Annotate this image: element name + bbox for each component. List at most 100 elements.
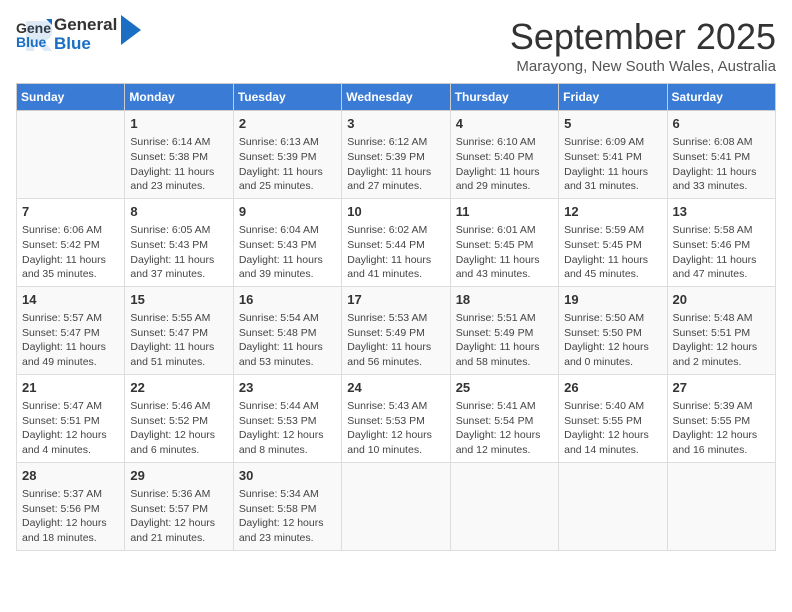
day-number: 3 bbox=[347, 115, 444, 133]
day-info: Sunrise: 5:46 AMSunset: 5:52 PMDaylight:… bbox=[130, 399, 227, 458]
day-info: Sunrise: 5:41 AMSunset: 5:54 PMDaylight:… bbox=[456, 399, 553, 458]
day-info: Sunrise: 5:50 AMSunset: 5:50 PMDaylight:… bbox=[564, 311, 661, 370]
calendar-cell bbox=[342, 462, 450, 550]
calendar-cell: 8 Sunrise: 6:05 AMSunset: 5:43 PMDaylight… bbox=[125, 198, 233, 286]
day-number: 29 bbox=[130, 467, 227, 485]
calendar-cell: 20 Sunrise: 5:48 AMSunset: 5:51 PMDayligh… bbox=[667, 286, 775, 374]
day-number: 11 bbox=[456, 203, 553, 221]
day-number: 2 bbox=[239, 115, 336, 133]
day-info: Sunrise: 6:01 AMSunset: 5:45 PMDaylight:… bbox=[456, 223, 553, 282]
calendar-cell: 12Sunrise: 5:59 AMSunset: 5:45 PMDayligh… bbox=[559, 198, 667, 286]
day-info: Sunrise: 5:37 AMSunset: 5:56 PMDaylight:… bbox=[22, 487, 119, 546]
day-info: Sunrise: 5:54 AMSunset: 5:48 PMDaylight:… bbox=[239, 311, 336, 370]
calendar-week-3: 14Sunrise: 5:57 AMSunset: 5:47 PMDayligh… bbox=[17, 286, 776, 374]
day-number: 25 bbox=[456, 379, 553, 397]
calendar-cell: 22 Sunrise: 5:46 AMSunset: 5:52 PMDayligh… bbox=[125, 374, 233, 462]
calendar-cell: 9 Sunrise: 6:04 AMSunset: 5:43 PMDaylight… bbox=[233, 198, 341, 286]
calendar-cell: 28Sunrise: 5:37 AMSunset: 5:56 PMDayligh… bbox=[17, 462, 125, 550]
day-info: Sunrise: 6:14 AMSunset: 5:38 PMDaylight:… bbox=[130, 135, 227, 194]
logo: General Blue General Blue bbox=[16, 16, 141, 53]
day-info: Sunrise: 6:09 AMSunset: 5:41 PMDaylight:… bbox=[564, 135, 661, 194]
calendar-cell: 16Sunrise: 5:54 AMSunset: 5:48 PMDayligh… bbox=[233, 286, 341, 374]
day-number: 15 bbox=[130, 291, 227, 309]
day-info: Sunrise: 6:12 AMSunset: 5:39 PMDaylight:… bbox=[347, 135, 444, 194]
day-info: Sunrise: 5:43 AMSunset: 5:53 PMDaylight:… bbox=[347, 399, 444, 458]
day-number: 14 bbox=[22, 291, 119, 309]
calendar-week-4: 21Sunrise: 5:47 AMSunset: 5:51 PMDayligh… bbox=[17, 374, 776, 462]
calendar-cell: 5 Sunrise: 6:09 AMSunset: 5:41 PMDaylight… bbox=[559, 111, 667, 199]
calendar-week-1: 1 Sunrise: 6:14 AMSunset: 5:38 PMDaylight… bbox=[17, 111, 776, 199]
calendar-table: SundayMondayTuesdayWednesdayThursdayFrid… bbox=[16, 83, 776, 551]
day-info: Sunrise: 5:34 AMSunset: 5:58 PMDaylight:… bbox=[239, 487, 336, 546]
day-header-monday: Monday bbox=[125, 84, 233, 111]
day-number: 18 bbox=[456, 291, 553, 309]
calendar-cell: 26 Sunrise: 5:40 AMSunset: 5:55 PMDayligh… bbox=[559, 374, 667, 462]
day-info: Sunrise: 6:02 AMSunset: 5:44 PMDaylight:… bbox=[347, 223, 444, 282]
day-number: 26 bbox=[564, 379, 661, 397]
day-info: Sunrise: 6:08 AMSunset: 5:41 PMDaylight:… bbox=[673, 135, 770, 194]
calendar-cell: 21Sunrise: 5:47 AMSunset: 5:51 PMDayligh… bbox=[17, 374, 125, 462]
title-area: September 2025 Marayong, New South Wales… bbox=[510, 16, 776, 75]
calendar-cell bbox=[17, 111, 125, 199]
calendar-cell: 1 Sunrise: 6:14 AMSunset: 5:38 PMDaylight… bbox=[125, 111, 233, 199]
day-info: Sunrise: 5:39 AMSunset: 5:55 PMDaylight:… bbox=[673, 399, 770, 458]
day-header-friday: Friday bbox=[559, 84, 667, 111]
day-info: Sunrise: 5:36 AMSunset: 5:57 PMDaylight:… bbox=[130, 487, 227, 546]
day-header-wednesday: Wednesday bbox=[342, 84, 450, 111]
calendar-cell: 7 Sunrise: 6:06 AMSunset: 5:42 PMDaylight… bbox=[17, 198, 125, 286]
day-info: Sunrise: 6:05 AMSunset: 5:43 PMDaylight:… bbox=[130, 223, 227, 282]
day-info: Sunrise: 5:55 AMSunset: 5:47 PMDaylight:… bbox=[130, 311, 227, 370]
day-number: 8 bbox=[130, 203, 227, 221]
day-number: 9 bbox=[239, 203, 336, 221]
day-info: Sunrise: 5:58 AMSunset: 5:46 PMDaylight:… bbox=[673, 223, 770, 282]
calendar-cell bbox=[450, 462, 558, 550]
day-info: Sunrise: 5:53 AMSunset: 5:49 PMDaylight:… bbox=[347, 311, 444, 370]
calendar-cell: 18Sunrise: 5:51 AMSunset: 5:49 PMDayligh… bbox=[450, 286, 558, 374]
calendar-cell: 3 Sunrise: 6:12 AMSunset: 5:39 PMDaylight… bbox=[342, 111, 450, 199]
calendar-cell: 14Sunrise: 5:57 AMSunset: 5:47 PMDayligh… bbox=[17, 286, 125, 374]
day-number: 20 bbox=[673, 291, 770, 309]
calendar-cell: 6Sunrise: 6:08 AMSunset: 5:41 PMDaylight… bbox=[667, 111, 775, 199]
day-number: 7 bbox=[22, 203, 119, 221]
calendar-cell: 13Sunrise: 5:58 AMSunset: 5:46 PMDayligh… bbox=[667, 198, 775, 286]
calendar-cell: 10 Sunrise: 6:02 AMSunset: 5:44 PMDayligh… bbox=[342, 198, 450, 286]
calendar-cell: 4Sunrise: 6:10 AMSunset: 5:40 PMDaylight… bbox=[450, 111, 558, 199]
location-title: Marayong, New South Wales, Australia bbox=[510, 58, 776, 75]
day-info: Sunrise: 5:44 AMSunset: 5:53 PMDaylight:… bbox=[239, 399, 336, 458]
day-info: Sunrise: 6:10 AMSunset: 5:40 PMDaylight:… bbox=[456, 135, 553, 194]
day-number: 10 bbox=[347, 203, 444, 221]
calendar-cell: 19Sunrise: 5:50 AMSunset: 5:50 PMDayligh… bbox=[559, 286, 667, 374]
calendar-cell: 29 Sunrise: 5:36 AMSunset: 5:57 PMDayligh… bbox=[125, 462, 233, 550]
day-info: Sunrise: 5:59 AMSunset: 5:45 PMDaylight:… bbox=[564, 223, 661, 282]
day-number: 24 bbox=[347, 379, 444, 397]
calendar-cell: 25 Sunrise: 5:41 AMSunset: 5:54 PMDayligh… bbox=[450, 374, 558, 462]
calendar-cell: 11 Sunrise: 6:01 AMSunset: 5:45 PMDayligh… bbox=[450, 198, 558, 286]
day-number: 27 bbox=[673, 379, 770, 397]
calendar-cell bbox=[559, 462, 667, 550]
svg-text:Blue: Blue bbox=[16, 34, 47, 50]
day-header-tuesday: Tuesday bbox=[233, 84, 341, 111]
logo-blue: Blue bbox=[54, 35, 117, 54]
day-number: 17 bbox=[347, 291, 444, 309]
day-number: 1 bbox=[130, 115, 227, 133]
day-header-thursday: Thursday bbox=[450, 84, 558, 111]
day-number: 23 bbox=[239, 379, 336, 397]
logo-general: General bbox=[54, 16, 117, 35]
day-number: 22 bbox=[130, 379, 227, 397]
day-info: Sunrise: 5:48 AMSunset: 5:51 PMDaylight:… bbox=[673, 311, 770, 370]
calendar-body: 1 Sunrise: 6:14 AMSunset: 5:38 PMDaylight… bbox=[17, 111, 776, 551]
calendar-cell: 17 Sunrise: 5:53 AMSunset: 5:49 PMDayligh… bbox=[342, 286, 450, 374]
calendar-cell bbox=[667, 462, 775, 550]
day-number: 5 bbox=[564, 115, 661, 133]
calendar-cell: 27 Sunrise: 5:39 AMSunset: 5:55 PMDayligh… bbox=[667, 374, 775, 462]
day-info: Sunrise: 6:04 AMSunset: 5:43 PMDaylight:… bbox=[239, 223, 336, 282]
logo-arrow-icon bbox=[121, 15, 141, 45]
calendar-cell: 2Sunrise: 6:13 AMSunset: 5:39 PMDaylight… bbox=[233, 111, 341, 199]
calendar-header-row: SundayMondayTuesdayWednesdayThursdayFrid… bbox=[17, 84, 776, 111]
day-info: Sunrise: 5:40 AMSunset: 5:55 PMDaylight:… bbox=[564, 399, 661, 458]
day-number: 30 bbox=[239, 467, 336, 485]
day-info: Sunrise: 6:06 AMSunset: 5:42 PMDaylight:… bbox=[22, 223, 119, 282]
calendar-cell: 30 Sunrise: 5:34 AMSunset: 5:58 PMDayligh… bbox=[233, 462, 341, 550]
calendar-cell: 15 Sunrise: 5:55 AMSunset: 5:47 PMDayligh… bbox=[125, 286, 233, 374]
calendar-week-2: 7 Sunrise: 6:06 AMSunset: 5:42 PMDaylight… bbox=[17, 198, 776, 286]
